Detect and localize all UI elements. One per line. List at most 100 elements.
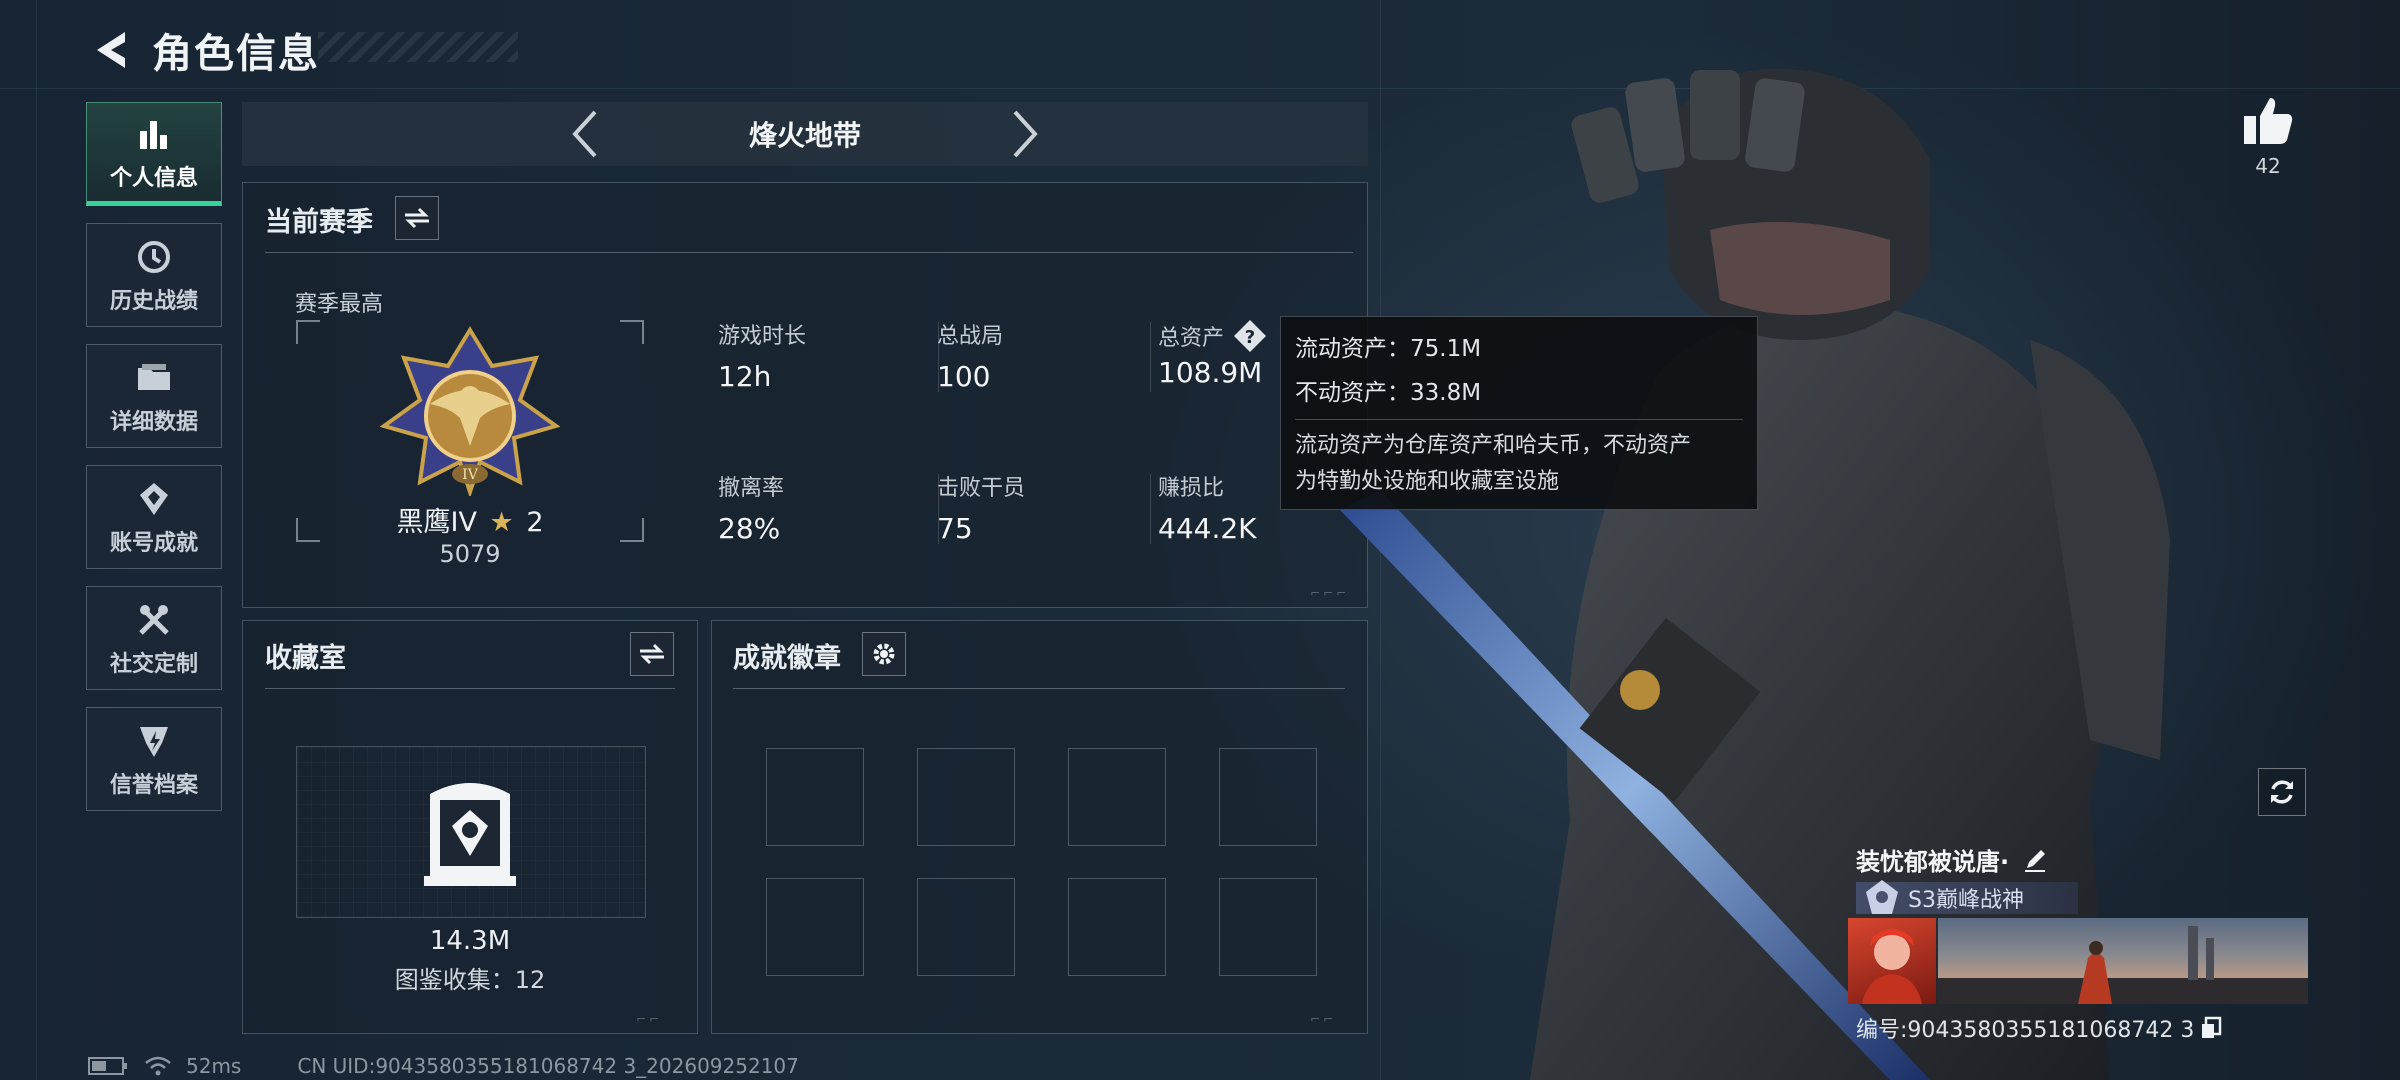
tooltip-fixed-assets: 不动资产：33.8M — [1295, 380, 1482, 406]
prev-season-button[interactable] — [569, 109, 599, 159]
player-uid: 编号:9043580355181068742 3 — [1856, 1018, 2195, 1043]
stat-label-row: 总资产 ? — [1158, 318, 1268, 354]
header: 角色信息 — [84, 18, 320, 82]
back-arrow-icon — [97, 32, 125, 68]
stat-total-assets: 总资产 ? 108.9M — [1158, 318, 1268, 389]
refresh-button[interactable] — [2258, 768, 2306, 816]
season-best-label: 赛季最高 — [295, 292, 384, 317]
tools-icon — [136, 598, 172, 642]
current-season-title: 当前赛季 — [265, 207, 373, 238]
avatar[interactable] — [1848, 918, 1936, 1004]
badge-slot[interactable] — [1068, 748, 1166, 846]
nav-label: 历史战绩 — [109, 289, 198, 314]
tooltip-desc-line2: 为特勤处设施和收藏室设施 — [1295, 469, 1560, 494]
status-bar: 52ms CN UID:9043580355181068742 3_202609… — [88, 1054, 799, 1078]
back-button[interactable] — [84, 18, 138, 82]
rank-score: 5079 — [439, 540, 501, 568]
swap-icon — [640, 643, 664, 665]
title-decoration — [318, 32, 518, 62]
stat-extract-rate: 撤离率 28% — [718, 470, 784, 545]
swap-icon — [405, 207, 429, 229]
wifi-icon — [145, 1056, 171, 1076]
black-hawk-rank-emblem: IV — [380, 326, 560, 496]
stat-kills: 击败干员 75 — [937, 470, 1025, 545]
stat-label: 总战局 — [937, 324, 1004, 349]
nav-item-achievements[interactable]: 账号成就 — [86, 465, 222, 569]
stat-label: 撤离率 — [718, 476, 785, 501]
nav-label: 信誉档案 — [109, 773, 198, 798]
refresh-icon — [2271, 780, 2293, 804]
stat-label: 总资产 — [1158, 326, 1225, 351]
rank-name-row: 黑鹰IV ★ 2 — [296, 500, 644, 539]
stat-value: 12h — [718, 360, 772, 393]
page-title: 角色信息 — [152, 31, 320, 77]
nav-label: 详细数据 — [109, 410, 198, 435]
stat-value: 108.9M — [1158, 356, 1263, 389]
chevron-left-icon — [572, 110, 597, 158]
title-badge-text: S3巅峰战神 — [1908, 888, 2024, 913]
divider — [265, 688, 675, 689]
achievement-icon — [136, 477, 172, 521]
stat-value: 444.2K — [1158, 512, 1257, 545]
nav-item-history[interactable]: 历史战绩 — [86, 223, 222, 327]
like-count: 42 — [2255, 154, 2281, 178]
collection-swap-button[interactable] — [630, 632, 674, 676]
season-swap-button[interactable] — [395, 196, 439, 240]
like-button[interactable]: 42 — [2238, 96, 2298, 178]
stat-value: 28% — [718, 512, 781, 545]
nav-item-personal-info[interactable]: 个人信息 — [86, 102, 222, 206]
nav-label: 社交定制 — [109, 652, 198, 677]
badge-slot[interactable] — [917, 748, 1015, 846]
assets-tooltip: 流动资产：75.1M 不动资产：33.8M 流动资产为仓库资产和哈夫币，不动资产… — [1280, 316, 1758, 510]
badge-slot[interactable] — [1219, 748, 1317, 846]
tooltip-desc-line1: 流动资产为仓库资产和哈夫币，不动资产 — [1295, 433, 1692, 458]
divider — [733, 688, 1345, 689]
history-icon — [136, 235, 172, 279]
player-name: 装忧郁被说唐· — [1856, 848, 2010, 876]
svg-text:IV: IV — [462, 467, 479, 483]
stat-label: 击败干员 — [937, 476, 1026, 501]
collection-title: 收藏室 — [265, 643, 346, 674]
rank-stars: 2 — [526, 507, 544, 538]
player-name-row: 装忧郁被说唐· — [1856, 842, 2049, 877]
showcase-icon — [424, 783, 516, 886]
thumbs-up-icon — [2244, 98, 2293, 144]
stat-total-matches: 总战局 100 — [937, 318, 1003, 393]
edit-icon[interactable] — [2021, 846, 2049, 874]
badge-slot[interactable] — [766, 748, 864, 846]
rank-name: 黑鹰IV — [396, 507, 477, 538]
nav-item-credit-record[interactable]: 信誉档案 — [86, 707, 222, 811]
help-icon[interactable]: ? — [1232, 318, 1268, 354]
gear-icon — [873, 643, 895, 665]
badge-slot[interactable] — [1219, 878, 1317, 976]
divider — [265, 252, 1353, 253]
player-banner[interactable] — [1938, 918, 2308, 1004]
ping: 52ms — [186, 1054, 242, 1078]
nav-item-social-custom[interactable]: 社交定制 — [86, 586, 222, 690]
stat-play-time: 游戏时长 12h — [718, 318, 806, 393]
next-season-button[interactable] — [1011, 109, 1041, 159]
folder-icon — [136, 356, 172, 400]
divider — [1295, 419, 1743, 420]
collection-value: 14.3M — [429, 926, 511, 956]
title-emblem-icon — [1866, 880, 1898, 914]
star-icon: ★ — [489, 507, 514, 538]
badge-slot[interactable] — [917, 878, 1015, 976]
title-badge: S3巅峰战神 — [1856, 880, 2078, 914]
cn-uid: CN UID:9043580355181068742 3_20260925210… — [297, 1054, 799, 1078]
battery-icon — [88, 1057, 127, 1075]
stat-value: 75 — [937, 512, 973, 545]
tooltip-liquid-assets: 流动资产：75.1M — [1295, 336, 1482, 362]
stat-value: 100 — [937, 360, 991, 393]
badges-title: 成就徽章 — [733, 643, 841, 674]
badge-slot[interactable] — [1068, 878, 1166, 976]
badge-slot[interactable] — [766, 878, 864, 976]
side-nav: 个人信息 历史战绩 详细数据 账号成就 社交定制 信誉档案 — [86, 102, 224, 828]
season-name: 烽火地带 — [748, 119, 861, 152]
credit-icon — [136, 719, 172, 763]
corner-decoration: ⌐⌐ — [636, 1012, 663, 1026]
nav-item-detail-data[interactable]: 详细数据 — [86, 344, 222, 448]
svg-text:?: ? — [1245, 327, 1255, 348]
badges-settings-button[interactable] — [862, 632, 906, 676]
copy-icon[interactable] — [2200, 1016, 2222, 1040]
